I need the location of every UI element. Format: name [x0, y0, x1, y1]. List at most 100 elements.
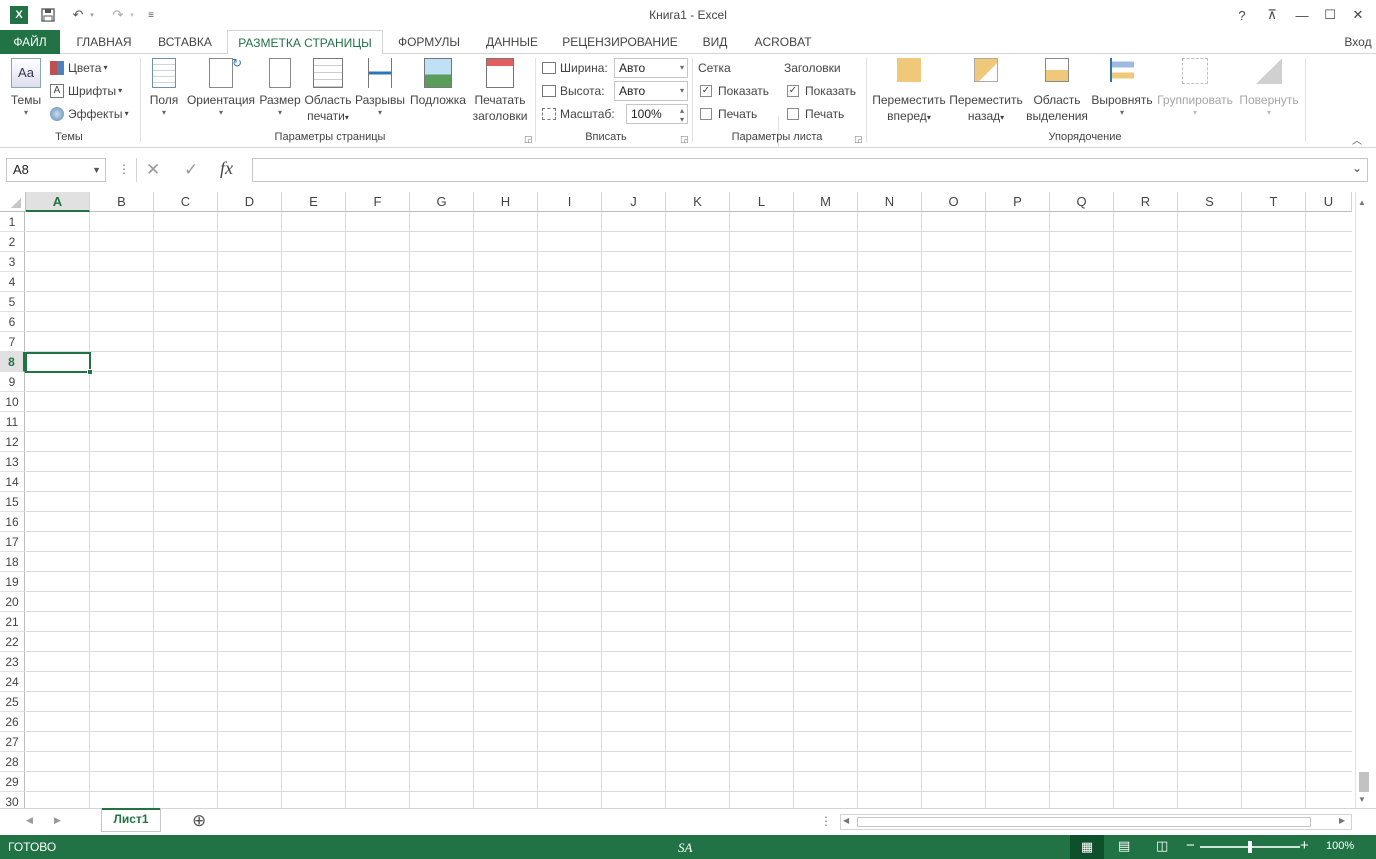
- active-cell[interactable]: [25, 352, 91, 373]
- row-header-3[interactable]: 3: [0, 252, 25, 272]
- row-header-21[interactable]: 21: [0, 612, 25, 632]
- row-header-23[interactable]: 23: [0, 652, 25, 672]
- size-button[interactable]: Размер ▾: [258, 58, 302, 118]
- enter-icon[interactable]: ✓: [184, 160, 198, 180]
- orientation-button[interactable]: ↻ Ориентация ▾: [186, 56, 256, 118]
- row-header-17[interactable]: 17: [0, 532, 25, 552]
- column-header-l[interactable]: L: [730, 192, 794, 212]
- tab-review[interactable]: РЕЦЕНЗИРОВАНИЕ: [552, 30, 688, 54]
- maximize-button[interactable]: ☐: [1316, 4, 1344, 26]
- column-header-k[interactable]: K: [666, 192, 730, 212]
- zoom-slider-thumb[interactable]: [1248, 841, 1252, 853]
- tab-data[interactable]: ДАННЫЕ: [474, 30, 550, 54]
- column-header-b[interactable]: B: [90, 192, 154, 212]
- tab-acrobat[interactable]: ACROBAT: [742, 30, 824, 54]
- row-header-16[interactable]: 16: [0, 512, 25, 532]
- page-break-view-icon[interactable]: ◫: [1156, 838, 1168, 854]
- print-titles-button[interactable]: Печатать заголовки: [470, 58, 530, 124]
- row-header-12[interactable]: 12: [0, 432, 25, 452]
- column-header-f[interactable]: F: [346, 192, 410, 212]
- row-header-5[interactable]: 5: [0, 292, 25, 312]
- row-header-8[interactable]: 8: [0, 352, 25, 372]
- row-header-22[interactable]: 22: [0, 632, 25, 652]
- page-setup-dialog-launcher-icon[interactable]: ◲: [524, 134, 533, 145]
- bring-forward-button[interactable]: Переместить вперед▾: [872, 58, 946, 126]
- send-backward-button[interactable]: Переместить назад▾: [948, 58, 1024, 126]
- group-button[interactable]: Группировать ▾: [1154, 58, 1236, 118]
- row-header-13[interactable]: 13: [0, 452, 25, 472]
- expand-formula-bar-icon[interactable]: ⌄: [1352, 161, 1362, 175]
- ribbon-display-options-button[interactable]: ⊼: [1258, 4, 1286, 26]
- cancel-icon[interactable]: ✕: [146, 160, 160, 180]
- tab-view[interactable]: ВИД: [690, 30, 740, 54]
- close-button[interactable]: ✕: [1344, 4, 1372, 26]
- row-header-11[interactable]: 11: [0, 412, 25, 432]
- headings-view-checkbox[interactable]: ✓ Показать: [787, 81, 856, 101]
- row-header-4[interactable]: 4: [0, 272, 25, 292]
- margins-button[interactable]: Поля ▾: [146, 58, 182, 118]
- width-select[interactable]: Авто ▾: [614, 58, 688, 78]
- column-header-u[interactable]: U: [1306, 192, 1352, 212]
- column-header-r[interactable]: R: [1114, 192, 1178, 212]
- tab-home[interactable]: ГЛАВНАЯ: [62, 30, 146, 54]
- column-header-e[interactable]: E: [282, 192, 346, 212]
- print-area-button[interactable]: Область печати▾: [302, 58, 354, 126]
- zoom-out-icon[interactable]: −: [1186, 837, 1195, 854]
- tab-insert[interactable]: ВСТАВКА: [146, 30, 224, 54]
- gridlines-view-checkbox[interactable]: ✓ Показать: [700, 81, 769, 101]
- column-header-g[interactable]: G: [410, 192, 474, 212]
- row-header-2[interactable]: 2: [0, 232, 25, 252]
- row-header-24[interactable]: 24: [0, 672, 25, 692]
- scale-dialog-launcher-icon[interactable]: ◲: [680, 134, 689, 145]
- column-header-c[interactable]: C: [154, 192, 218, 212]
- scroll-sheets-right-icon[interactable]: ▶: [54, 815, 61, 826]
- scale-spinner[interactable]: 100% ▴ ▾: [626, 104, 688, 124]
- scroll-down-icon[interactable]: ▼: [1358, 795, 1366, 804]
- effects-button[interactable]: Эффекты ▾: [50, 104, 129, 124]
- fonts-button[interactable]: A Шрифты ▾: [50, 81, 122, 101]
- align-button[interactable]: Выровнять ▾: [1090, 58, 1154, 118]
- sheet-tab-list1[interactable]: Лист1: [101, 808, 161, 832]
- column-header-a[interactable]: A: [26, 192, 90, 212]
- zoom-level[interactable]: 100%: [1326, 840, 1354, 852]
- gridlines-print-checkbox[interactable]: Печать: [700, 104, 757, 124]
- insert-function-icon[interactable]: fx: [220, 158, 233, 179]
- column-header-i[interactable]: I: [538, 192, 602, 212]
- select-all-corner[interactable]: [0, 192, 26, 212]
- help-button[interactable]: ?: [1228, 4, 1256, 26]
- column-header-m[interactable]: M: [794, 192, 858, 212]
- rotate-button[interactable]: Повернуть ▾: [1236, 58, 1302, 118]
- row-header-29[interactable]: 29: [0, 772, 25, 792]
- tab-formulas[interactable]: ФОРМУЛЫ: [386, 30, 472, 54]
- row-header-9[interactable]: 9: [0, 372, 25, 392]
- split-handle-icon[interactable]: ⋮: [820, 814, 832, 828]
- zoom-in-icon[interactable]: +: [1300, 837, 1309, 854]
- row-header-30[interactable]: 30: [0, 792, 25, 808]
- collapse-ribbon-icon[interactable]: ︿: [1352, 132, 1362, 147]
- tab-page-layout[interactable]: РАЗМЕТКА СТРАНИЦЫ: [227, 30, 383, 55]
- row-header-28[interactable]: 28: [0, 752, 25, 772]
- row-header-15[interactable]: 15: [0, 492, 25, 512]
- spinner-arrows-icon[interactable]: ▴ ▾: [680, 106, 684, 124]
- scroll-left-icon[interactable]: ◀: [843, 816, 849, 825]
- selection-pane-button[interactable]: Область выделения: [1024, 58, 1090, 124]
- scroll-sheets-left-icon[interactable]: ◀: [26, 815, 33, 826]
- row-header-26[interactable]: 26: [0, 712, 25, 732]
- colors-button[interactable]: Цвета ▾: [50, 58, 107, 78]
- page-layout-view-icon[interactable]: ▤: [1118, 838, 1130, 854]
- row-header-19[interactable]: 19: [0, 572, 25, 592]
- column-header-s[interactable]: S: [1178, 192, 1242, 212]
- column-header-n[interactable]: N: [858, 192, 922, 212]
- fill-handle[interactable]: [87, 369, 93, 375]
- formula-input[interactable]: [252, 158, 1368, 182]
- row-header-10[interactable]: 10: [0, 392, 25, 412]
- breaks-button[interactable]: Разрывы ▾: [354, 58, 406, 118]
- background-button[interactable]: Подложка: [408, 58, 468, 108]
- sheet-options-dialog-launcher-icon[interactable]: ◲: [854, 134, 863, 145]
- row-header-27[interactable]: 27: [0, 732, 25, 752]
- more-icon[interactable]: ⋮: [118, 162, 130, 176]
- scroll-thumb[interactable]: [1359, 772, 1369, 792]
- height-select[interactable]: Авто ▾: [614, 81, 688, 101]
- minimize-button[interactable]: —: [1288, 4, 1316, 26]
- row-header-1[interactable]: 1: [0, 212, 25, 232]
